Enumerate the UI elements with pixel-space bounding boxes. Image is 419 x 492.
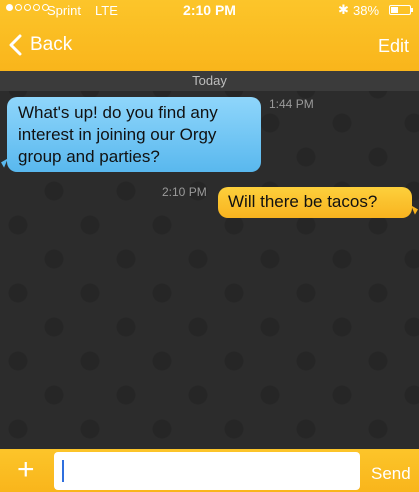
battery-fill bbox=[391, 7, 398, 13]
nav-bar: Back Edit bbox=[0, 22, 419, 71]
status-bar: Sprint LTE 2:10 PM ✱ 38% bbox=[0, 0, 419, 22]
outgoing-message[interactable]: Will there be tacos? bbox=[218, 187, 412, 218]
message-text: What's up! do you find any interest in j… bbox=[18, 103, 218, 166]
chat-thread[interactable]: Today What's up! do you find any interes… bbox=[0, 71, 419, 449]
edit-button[interactable]: Edit bbox=[378, 36, 409, 57]
back-button[interactable]: Back bbox=[8, 34, 72, 56]
bluetooth-icon: ✱ bbox=[338, 2, 349, 17]
day-separator: Today bbox=[0, 71, 419, 91]
message-composer: + Send bbox=[0, 449, 419, 492]
back-label: Back bbox=[30, 34, 73, 55]
message-timestamp: 1:44 PM bbox=[269, 97, 314, 111]
text-cursor bbox=[62, 460, 64, 482]
incoming-message[interactable]: What's up! do you find any interest in j… bbox=[7, 97, 261, 172]
message-timestamp: 2:10 PM bbox=[162, 185, 207, 199]
message-input[interactable] bbox=[54, 452, 360, 490]
battery-icon bbox=[389, 5, 411, 15]
send-button[interactable]: Send bbox=[371, 464, 411, 484]
message-text: Will there be tacos? bbox=[228, 192, 378, 211]
battery-cap bbox=[411, 8, 413, 12]
chevron-left-icon bbox=[9, 34, 22, 56]
add-attachment-button[interactable]: + bbox=[17, 455, 35, 485]
app-header: Sprint LTE 2:10 PM ✱ 38% Back Edit bbox=[0, 0, 419, 71]
battery-percent: 38% bbox=[353, 3, 380, 18]
